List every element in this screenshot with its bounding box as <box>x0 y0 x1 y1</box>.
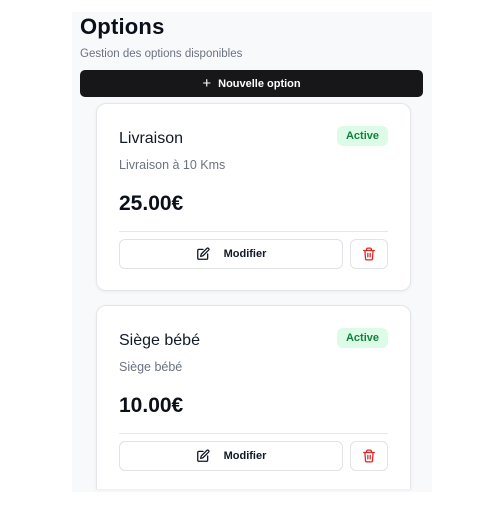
status-badge: Active <box>336 126 388 146</box>
page-subtitle: Gestion des options disponibles <box>80 48 243 60</box>
option-card: Siège bébé Active Siège bébé 10.00€ Modi… <box>96 305 411 489</box>
trash-icon <box>363 449 375 463</box>
modify-label: Modifier <box>223 450 267 462</box>
delete-button[interactable] <box>350 239 388 269</box>
card-divider <box>119 231 388 232</box>
modify-button[interactable]: Modifier <box>119 441 343 471</box>
option-description: Livraison à 10 Kms <box>119 158 226 172</box>
option-price: 25.00€ <box>119 192 184 215</box>
option-name: Livraison <box>119 130 184 147</box>
edit-icon <box>196 449 210 462</box>
option-card: Livraison Active Livraison à 10 Kms 25.0… <box>96 103 411 291</box>
plus-icon: + <box>202 75 212 92</box>
page-title: Options <box>80 14 165 39</box>
card-divider <box>119 433 388 434</box>
edit-icon <box>196 247 210 260</box>
option-name: Siège bébé <box>119 332 200 349</box>
status-badge: Active <box>336 328 388 348</box>
new-option-button[interactable]: + Nouvelle option <box>80 70 423 97</box>
trash-icon <box>363 247 375 261</box>
option-price: 10.00€ <box>119 394 184 417</box>
modify-button[interactable]: Modifier <box>119 239 343 269</box>
option-description: Siège bébé <box>119 360 183 374</box>
delete-button[interactable] <box>350 441 388 471</box>
new-option-label: Nouvelle option <box>218 77 301 90</box>
page-header: Options Gestion des options disponibles <box>80 14 242 60</box>
modify-label: Modifier <box>223 248 267 260</box>
